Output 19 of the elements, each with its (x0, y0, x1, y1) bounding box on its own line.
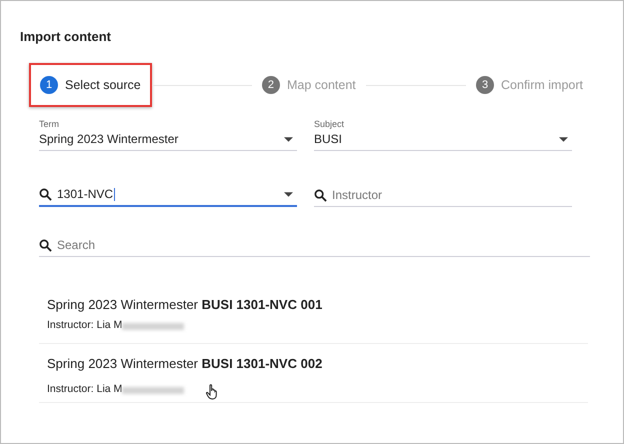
search-icon (39, 188, 52, 200)
step-tab[interactable]: 1 Select source (29, 63, 152, 107)
redacted-text (122, 386, 184, 394)
step-tab[interactable]: 3 Confirm import (466, 63, 585, 107)
search-icon (39, 238, 52, 252)
step-tab[interactable]: 2 Map content (252, 63, 366, 107)
caret-icon (284, 192, 293, 196)
search-field[interactable]: Search (39, 225, 590, 257)
dropdown-field[interactable]: Term Spring 2023 Wintermester (39, 113, 297, 151)
search-field[interactable]: Instructor (314, 169, 572, 207)
dropdown-field[interactable]: Subject BUSI (314, 113, 572, 151)
caret-icon (559, 136, 568, 142)
result-item[interactable]: Spring 2023 Wintermester BUSI 1301-NVC 001 Instructor: Lia M (39, 285, 588, 344)
dialog-title: Import content (20, 29, 112, 45)
search-icon (314, 188, 327, 202)
redacted-text (122, 322, 184, 330)
result-item[interactable]: Spring 2023 Wintermester BUSI 1301-NVC 002 Instructor: Lia M (39, 344, 588, 403)
caret-icon (284, 136, 293, 142)
dropdown-field[interactable]: 1301-NVC (39, 169, 297, 207)
